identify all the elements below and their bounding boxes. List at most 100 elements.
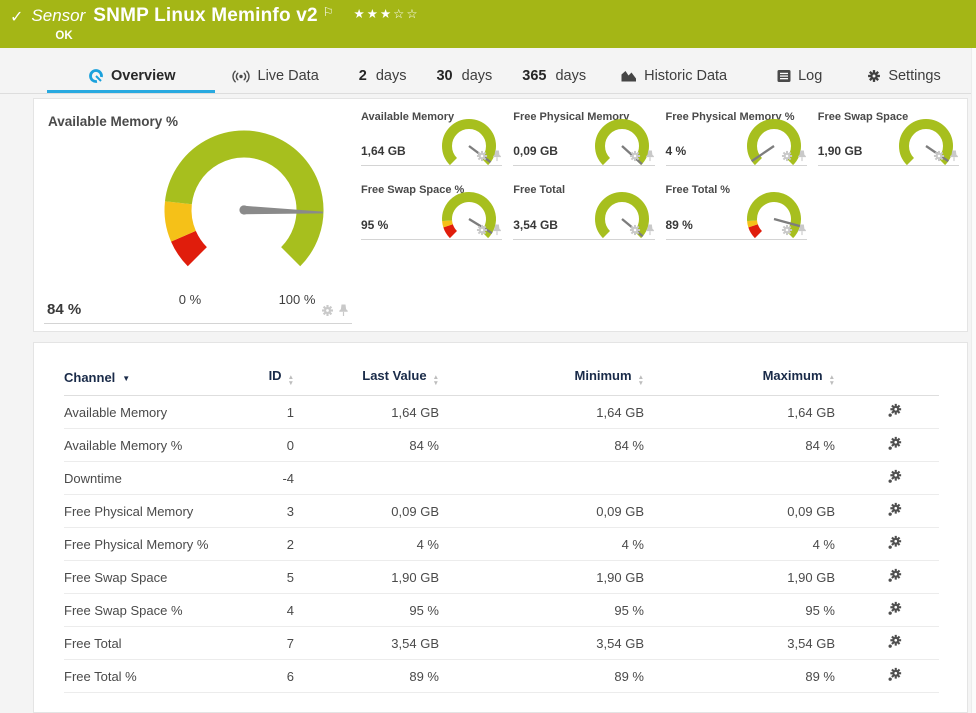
gauge-value: 95 % [361, 218, 389, 232]
channel-settings-icon[interactable] [887, 403, 902, 421]
column-header-actions [849, 368, 939, 396]
priority-stars[interactable]: ★★★☆☆ [354, 6, 420, 21]
pin-icon[interactable] [338, 304, 349, 317]
pin-icon[interactable] [797, 224, 807, 236]
channel-maximum: 1,90 GB [644, 560, 849, 594]
channel-minimum: 1,90 GB [439, 560, 644, 594]
gear-icon[interactable] [781, 224, 793, 236]
channel-last-value: 1,64 GB [294, 395, 439, 429]
pin-icon[interactable] [645, 224, 655, 236]
channel-minimum: 4 % [439, 527, 644, 561]
channel-minimum: 84 % [439, 428, 644, 462]
table-row: Free Swap Space 5 1,90 GB 1,90 GB 1,90 G… [64, 560, 939, 594]
pin-icon[interactable] [492, 150, 502, 162]
channel-settings-icon[interactable] [887, 469, 902, 487]
channel-name: Free Physical Memory [64, 494, 254, 528]
broadcast-icon [231, 70, 250, 82]
tab-number: 365 [522, 68, 547, 84]
pin-icon[interactable] [797, 150, 807, 162]
channel-settings-icon[interactable] [887, 436, 902, 454]
gauge-tile: Free Physical Memory 0,09 GB [513, 106, 655, 166]
tab-log[interactable]: Log [777, 68, 822, 84]
sort-arrows-icon: ▲ ▼ [287, 374, 294, 387]
channel-settings-icon[interactable] [887, 502, 902, 520]
column-header-last-value[interactable]: Last Value ▲ ▼ [294, 368, 439, 396]
channel-maximum: 95 % [644, 593, 849, 627]
overview-gauges-panel: Available Memory % 0 % 100 % 84 % Availa… [33, 98, 968, 332]
channel-maximum: 3,54 GB [644, 626, 849, 660]
channel-settings-icon[interactable] [887, 601, 902, 619]
gear-icon[interactable] [629, 224, 641, 236]
channel-table: Channel ▼ ID ▲ ▼ Last Value ▲ ▼ Minimum ▲ ▼ Max… [64, 368, 939, 693]
channel-settings-icon[interactable] [887, 568, 902, 586]
flag-icon[interactable]: ⚐ [323, 5, 334, 19]
tab-historic-data[interactable]: Historic Data [621, 68, 727, 84]
tab-number: 30 [436, 68, 453, 84]
table-row: Free Swap Space % 4 95 % 95 % 95 % [64, 593, 939, 627]
tab-30-days[interactable]: 30 days [436, 68, 492, 84]
channel-last-value: 4 % [294, 527, 439, 561]
channel-minimum: 3,54 GB [439, 626, 644, 660]
gauge-value: 1,90 GB [817, 144, 863, 158]
tab-2-days[interactable]: 2 days [359, 68, 407, 84]
tab-overview[interactable]: Overview [47, 68, 214, 93]
sort-arrows-icon: ▲ ▼ [432, 374, 439, 387]
status-badge: OK [55, 30, 73, 42]
tab-bar: Overview Live Data 2 days 30 days 365 da… [0, 48, 976, 94]
gauge-value: 89 % [665, 218, 693, 232]
sort-arrows-icon: ▲ ▼ [637, 374, 644, 387]
tab-365-days[interactable]: 365 days [522, 68, 586, 84]
page-title: SNMP Linux Meminfo v2 [93, 5, 318, 26]
sensor-header: ✓ Sensor SNMP Linux Meminfo v2 ⚐ ★★★☆☆ O… [0, 0, 976, 48]
tab-label: Live Data [257, 68, 319, 84]
channel-minimum: 0,09 GB [439, 494, 644, 528]
gauge-tile: Free Total 3,54 GB [513, 179, 655, 240]
channel-last-value: 0,09 GB [294, 494, 439, 528]
tab-label: days [555, 68, 587, 84]
column-header-maximum[interactable]: Maximum ▲ ▼ [644, 368, 849, 396]
channel-table-panel: Channel ▼ ID ▲ ▼ Last Value ▲ ▼ Minimum ▲ ▼ Max… [33, 342, 968, 713]
table-row: Free Physical Memory % 2 4 % 4 % 4 % [64, 527, 939, 561]
tab-label: days [461, 68, 493, 84]
gauge-scale-min: 0 % [178, 292, 202, 307]
scrollbar-track[interactable] [971, 48, 976, 713]
pin-icon[interactable] [949, 150, 959, 162]
channel-id: 7 [254, 626, 294, 660]
gear-icon[interactable] [629, 150, 641, 162]
gear-icon[interactable] [476, 150, 488, 162]
table-row: Downtime -4 [64, 461, 939, 495]
gear-icon[interactable] [781, 150, 793, 162]
status-check-icon: ✓ [10, 9, 24, 26]
channel-last-value [294, 461, 439, 495]
table-row: Available Memory 1 1,64 GB 1,64 GB 1,64 … [64, 395, 939, 429]
gauge-value: 4 % [665, 144, 687, 158]
channel-minimum: 1,64 GB [439, 395, 644, 429]
channel-settings-icon[interactable] [887, 535, 902, 553]
channel-name: Free Swap Space % [64, 593, 254, 627]
channel-id: 6 [254, 659, 294, 693]
channel-id: 0 [254, 428, 294, 462]
column-header-channel[interactable]: Channel ▼ [64, 368, 254, 396]
sort-caret-icon: ▼ [122, 373, 131, 383]
tab-live-data[interactable]: Live Data [231, 68, 319, 84]
channel-id: 2 [254, 527, 294, 561]
column-header-minimum[interactable]: Minimum ▲ ▼ [439, 368, 644, 396]
gear-icon[interactable] [321, 304, 334, 317]
table-row: Free Total % 6 89 % 89 % 89 % [64, 659, 939, 693]
channel-settings-icon[interactable] [887, 667, 902, 685]
gauge-value: 3,54 GB [513, 218, 558, 232]
channel-name: Free Total % [64, 659, 254, 693]
column-header-id[interactable]: ID ▲ ▼ [254, 368, 294, 396]
channel-last-value: 89 % [294, 659, 439, 693]
gear-icon[interactable] [933, 150, 945, 162]
gear-icon[interactable] [476, 224, 488, 236]
pin-icon[interactable] [645, 150, 655, 162]
tab-settings[interactable]: Settings [867, 68, 941, 84]
gauge-tile: Free Swap Space % 95 % [361, 179, 503, 240]
primary-channel-gauge-tile: Available Memory % 0 % 100 % 84 % [44, 105, 352, 324]
channel-last-value: 3,54 GB [294, 626, 439, 660]
pin-icon[interactable] [492, 224, 502, 236]
channel-minimum: 89 % [439, 659, 644, 693]
gauge-scale-max: 100 % [278, 292, 316, 307]
channel-settings-icon[interactable] [887, 634, 902, 652]
